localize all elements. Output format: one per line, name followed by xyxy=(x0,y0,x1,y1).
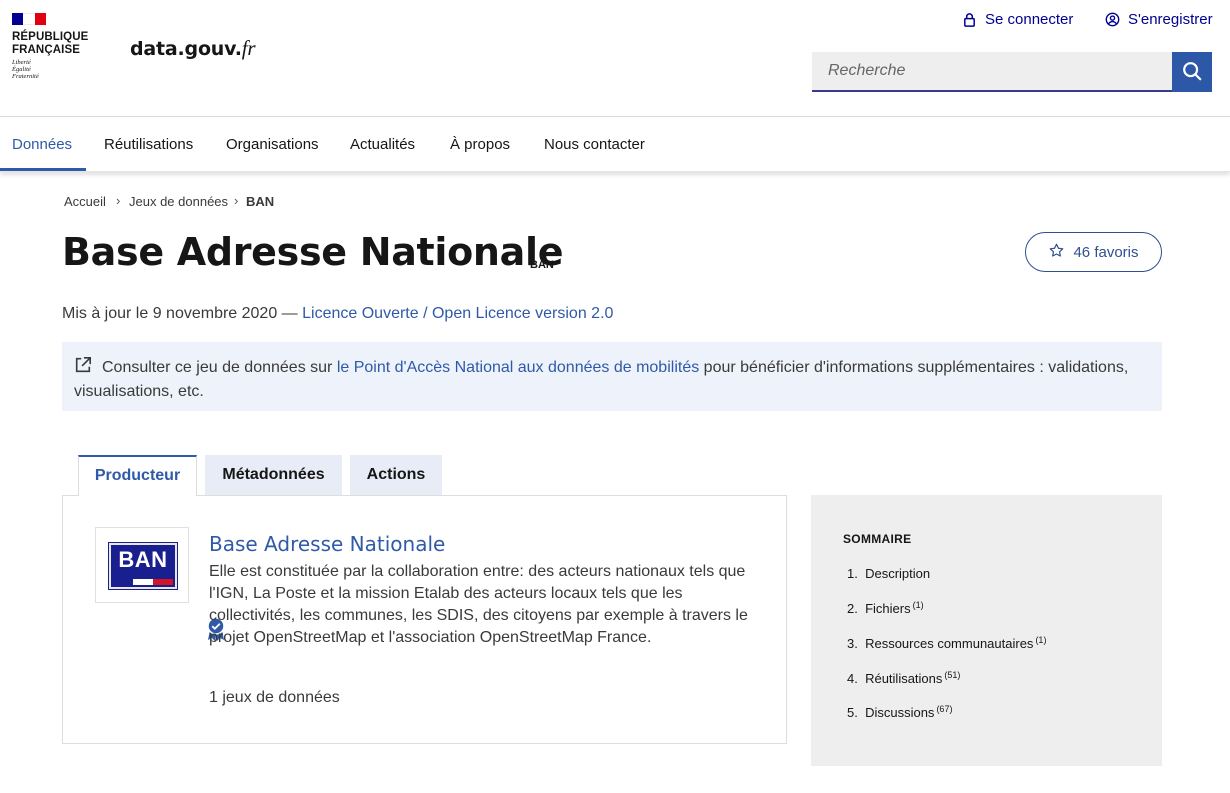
register-label: S'enregistrer xyxy=(1128,11,1213,28)
user-circle-icon xyxy=(1105,12,1120,27)
chevron-right-icon: › xyxy=(234,193,239,208)
lock-icon xyxy=(962,12,977,27)
site-logo-link[interactable]: data.gouv.fr xyxy=(130,36,256,61)
summary-item-reutilisations[interactable]: 4. Réutilisations (51) xyxy=(847,670,960,686)
francaise-label: FRANÇAISE xyxy=(12,44,80,56)
organization-name-link[interactable]: Base Adresse Nationale xyxy=(209,532,445,556)
summary-title: SOMMAIRE xyxy=(843,532,912,546)
organization-logo[interactable]: BAN xyxy=(95,527,225,641)
site-header: RÉPUBLIQUE FRANÇAISE Liberté Égalité Fra… xyxy=(0,0,1230,117)
star-icon xyxy=(1048,242,1065,263)
ban-logo: BAN xyxy=(108,542,178,590)
active-nav-indicator xyxy=(0,168,86,171)
summary-item-discussions[interactable]: 5. Discussions (67) xyxy=(847,704,952,720)
summary-item-ressources-communautaires[interactable]: 3. Ressources communautaires (1) xyxy=(847,635,1046,651)
organization-description: Elle est constituée par la collaboration… xyxy=(209,563,748,646)
organization-datasets-count: 1 jeux de données xyxy=(209,689,340,706)
search-input[interactable] xyxy=(812,52,1172,92)
producer-panel: BAN Base Adresse Nationale Elle est cons… xyxy=(62,495,787,744)
breadcrumb-accueil[interactable]: Accueil xyxy=(64,194,106,209)
search-icon xyxy=(1181,60,1203,85)
main-navigation: Données Réutilisations Organisations Act… xyxy=(0,117,1230,172)
nav-item-nous-contacter[interactable]: Nous contacter xyxy=(544,117,645,172)
republique-label: RÉPUBLIQUE xyxy=(12,31,89,43)
summary-item-fichiers[interactable]: 2. Fichiers (1) xyxy=(847,600,924,616)
summary-item-description[interactable]: 1. Description xyxy=(847,566,930,581)
french-flag-logo xyxy=(12,13,46,25)
favorites-count: 46 favoris xyxy=(1073,243,1139,261)
mobility-portal-link[interactable]: le Point d'Accès National aux données de… xyxy=(337,359,699,376)
breadcrumb-current: BAN xyxy=(246,194,275,209)
search-bar xyxy=(812,52,1212,92)
register-link[interactable]: S'enregistrer xyxy=(1105,11,1213,28)
external-link-icon xyxy=(74,356,92,381)
chevron-right-icon: › xyxy=(116,193,121,208)
table-of-contents: SOMMAIRE 1. Description 2. Fichiers (1) 3… xyxy=(811,495,1162,766)
dataset-meta: Mis à jour le 9 novembre 2020 — Licence … xyxy=(62,305,613,323)
login-label: Se connecter xyxy=(985,11,1074,28)
login-link[interactable]: Se connecter xyxy=(962,11,1073,28)
dataset-acronym: BAN xyxy=(530,259,554,271)
tab-actions[interactable]: Actions xyxy=(350,455,442,495)
mobility-notice: Consulter ce jeu de données sur le Point… xyxy=(62,342,1162,411)
republic-motto: Liberté Égalité Fraternité xyxy=(12,59,39,81)
nav-item-a-propos[interactable]: À propos xyxy=(450,117,510,172)
notice-text-before: Consulter ce jeu de données sur xyxy=(102,359,333,376)
page-title: Base Adresse Nationale xyxy=(62,230,564,274)
breadcrumb-jeux-de-donnees[interactable]: Jeux de données xyxy=(129,194,228,209)
updated-date: Mis à jour le 9 novembre 2020 — xyxy=(62,305,298,322)
license-link[interactable]: Licence Ouverte / Open Licence version 2… xyxy=(302,305,613,322)
favorite-button[interactable]: 46 favoris xyxy=(1025,232,1162,272)
search-button[interactable] xyxy=(1172,52,1212,92)
tab-metadonnees[interactable]: Métadonnées xyxy=(205,455,342,495)
nav-item-donnees[interactable]: Données xyxy=(12,117,72,172)
nav-item-organisations[interactable]: Organisations xyxy=(226,117,319,172)
nav-item-actualites[interactable]: Actualités xyxy=(350,117,415,172)
tab-producteur[interactable]: Producteur xyxy=(78,455,197,496)
nav-item-reutilisations[interactable]: Réutilisations xyxy=(104,117,193,172)
site-extension: fr xyxy=(241,36,256,60)
site-name: data.gouv. xyxy=(130,38,242,60)
